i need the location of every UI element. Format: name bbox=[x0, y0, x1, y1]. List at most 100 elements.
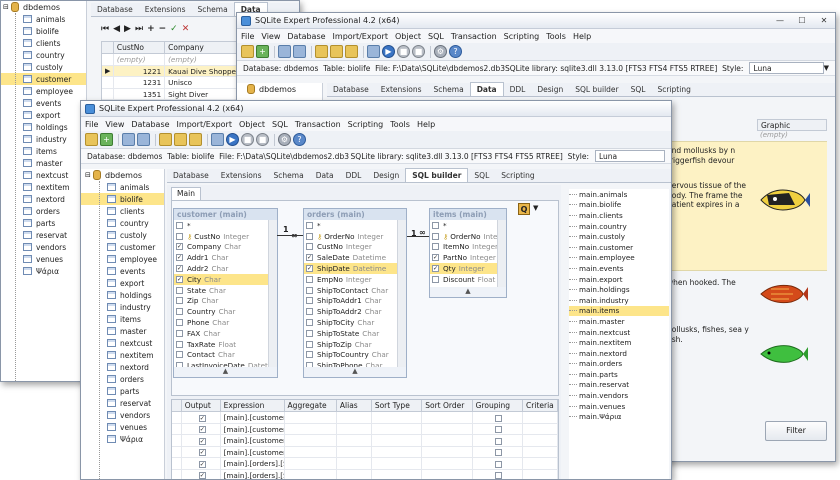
entity-field[interactable]: ShipToZip Char bbox=[304, 339, 397, 350]
stop-icon[interactable]: ■ bbox=[241, 133, 254, 146]
expression-cell[interactable]: [main].[customer].[C bbox=[221, 446, 285, 458]
entity-field[interactable]: ShipToAddr2 Char bbox=[304, 306, 397, 317]
collapse-arrow-icon[interactable]: ▲ bbox=[430, 287, 506, 297]
table-list-item[interactable]: main.nextord bbox=[569, 348, 669, 359]
tree-item[interactable]: nextitem bbox=[1, 181, 86, 193]
tree-item[interactable]: holdings bbox=[81, 289, 164, 301]
stop-icon[interactable]: ■ bbox=[397, 45, 410, 58]
tab-scripting[interactable]: Scripting bbox=[495, 169, 540, 182]
field-checkbox[interactable]: ✓ bbox=[306, 265, 313, 273]
table-list-item[interactable]: main.employee bbox=[569, 253, 669, 264]
relation-line[interactable] bbox=[277, 235, 303, 236]
column-header-grouping[interactable]: Grouping bbox=[473, 400, 524, 411]
tree-item[interactable]: master bbox=[81, 325, 164, 337]
tree-item[interactable]: country bbox=[1, 49, 86, 61]
expression-cell[interactable]: [main].[orders].[Sale bbox=[221, 458, 285, 469]
middle-titlebar[interactable]: SQLite Expert Professional 4.2 (x64) — ☐… bbox=[237, 13, 835, 29]
maximize-button[interactable]: ☐ bbox=[791, 16, 813, 25]
table-cell[interactable] bbox=[372, 458, 423, 469]
tree-item[interactable]: holdings bbox=[1, 121, 86, 133]
table-cell[interactable] bbox=[337, 435, 372, 446]
entity-field[interactable]: Discount Float bbox=[430, 274, 497, 285]
entity-field[interactable]: ✓ Qty Integer bbox=[430, 263, 497, 274]
entity-field[interactable]: * bbox=[174, 220, 268, 231]
entity-scrollbar[interactable] bbox=[397, 220, 406, 367]
table-row[interactable]: ✓ [main].[orders].[Sale bbox=[172, 458, 558, 470]
table-cell[interactable] bbox=[285, 469, 337, 479]
entity-box[interactable]: customer (main) * ⚷ CustNo Integer ✓ Company Ch… bbox=[173, 208, 278, 378]
entity-field[interactable]: ItemNo Integer bbox=[430, 242, 497, 253]
table-list-item[interactable]: main.nextitem bbox=[569, 337, 669, 348]
commit-icon[interactable]: ■ bbox=[256, 133, 269, 146]
tree-item[interactable]: nextitem bbox=[81, 349, 164, 361]
edit-table-icon[interactable] bbox=[137, 133, 150, 146]
tree-item[interactable]: reservat bbox=[81, 397, 164, 409]
table-cell[interactable] bbox=[337, 423, 372, 435]
detach-database-icon[interactable] bbox=[330, 45, 343, 58]
menu-sql[interactable]: SQL bbox=[428, 32, 444, 41]
entity-title[interactable]: orders (main) bbox=[304, 209, 406, 220]
tab-sql[interactable]: SQL bbox=[468, 169, 495, 182]
tree-item[interactable]: items bbox=[81, 313, 164, 325]
menu-file[interactable]: File bbox=[241, 32, 254, 41]
post-record-icon[interactable]: ✓ bbox=[170, 24, 178, 34]
entity-field[interactable]: FAX Char bbox=[174, 328, 268, 339]
notes-cell[interactable]: nervous tissue of the body. The frame th… bbox=[667, 181, 755, 210]
tree-item[interactable]: Ψάρια bbox=[81, 433, 164, 445]
commit-icon[interactable]: ■ bbox=[412, 45, 425, 58]
insert-record-icon[interactable]: + bbox=[147, 24, 155, 34]
tree-item[interactable]: items bbox=[1, 145, 86, 157]
empty-filter-cell[interactable]: (empty) bbox=[114, 54, 166, 65]
tab-extensions[interactable]: Extensions bbox=[139, 3, 192, 16]
field-checkbox[interactable]: ✓ bbox=[176, 254, 183, 262]
notes-cell[interactable]: and mollusks by n triggerfish devour bbox=[667, 146, 755, 165]
tab-schema[interactable]: Schema bbox=[428, 83, 470, 96]
field-checkbox[interactable] bbox=[176, 340, 183, 348]
table-cell[interactable] bbox=[285, 458, 337, 469]
field-checkbox[interactable] bbox=[306, 221, 313, 229]
table-list-item[interactable]: main.clients bbox=[569, 210, 669, 221]
menu-object[interactable]: Object bbox=[395, 32, 421, 41]
tree-item[interactable]: employee bbox=[81, 253, 164, 265]
table-cell[interactable]: Sight Diver bbox=[165, 88, 240, 100]
output-checkbox[interactable]: ✓ bbox=[198, 414, 206, 422]
table-list-item[interactable]: main.export bbox=[569, 274, 669, 285]
tab-schema[interactable]: Schema bbox=[192, 3, 234, 16]
table-row[interactable]: ✓ [main].[customer].[A bbox=[172, 435, 558, 447]
menu-database[interactable]: Database bbox=[131, 120, 169, 129]
relation-line[interactable] bbox=[407, 236, 429, 237]
field-checkbox[interactable] bbox=[176, 308, 183, 316]
tab-sql[interactable]: SQL bbox=[625, 83, 652, 96]
column-header-sort-order[interactable]: Sort Order bbox=[422, 400, 473, 411]
column-header-output[interactable]: Output bbox=[182, 400, 221, 411]
output-cell[interactable]: ✓ bbox=[182, 458, 221, 469]
entity-field[interactable]: ✓ SaleDate Datetime bbox=[304, 252, 397, 263]
entity-field[interactable]: ⚷OrderNoInteger bbox=[430, 231, 497, 242]
table-list-item[interactable]: main.Ψάρια bbox=[569, 411, 669, 422]
entity-field[interactable]: Contact Char bbox=[174, 350, 268, 361]
red-fish-image[interactable] bbox=[759, 281, 809, 307]
tab-extensions[interactable]: Extensions bbox=[215, 169, 268, 182]
table-cell[interactable]: Unisco bbox=[165, 77, 240, 88]
menu-tools[interactable]: Tools bbox=[546, 32, 566, 41]
table-cell[interactable] bbox=[523, 423, 558, 435]
entity-field[interactable]: LastInvoiceDateDatetim bbox=[174, 360, 268, 367]
table-cell[interactable] bbox=[372, 469, 423, 479]
field-checkbox[interactable] bbox=[432, 275, 439, 283]
menu-importexport[interactable]: Import/Export bbox=[333, 32, 388, 41]
table-list-item[interactable]: main.customer bbox=[569, 242, 669, 253]
entity-field[interactable]: ShipToPhone Char bbox=[304, 360, 397, 367]
field-checkbox[interactable]: ✓ bbox=[432, 265, 439, 273]
minimize-button[interactable]: — bbox=[769, 16, 791, 25]
field-checkbox[interactable] bbox=[306, 308, 313, 316]
tree-item[interactable]: customer bbox=[1, 73, 86, 85]
menu-database[interactable]: Database bbox=[287, 32, 325, 41]
tree-item[interactable]: biolife bbox=[1, 25, 86, 37]
table-cell[interactable] bbox=[523, 435, 558, 446]
table-cell[interactable] bbox=[422, 469, 473, 479]
column-header-aggregate[interactable]: Aggregate bbox=[285, 400, 337, 411]
field-checkbox[interactable] bbox=[176, 221, 183, 229]
table-cell[interactable] bbox=[285, 446, 337, 458]
import-icon[interactable] bbox=[189, 133, 202, 146]
entity-field[interactable]: ⚷OrderNoInteger bbox=[304, 231, 397, 242]
